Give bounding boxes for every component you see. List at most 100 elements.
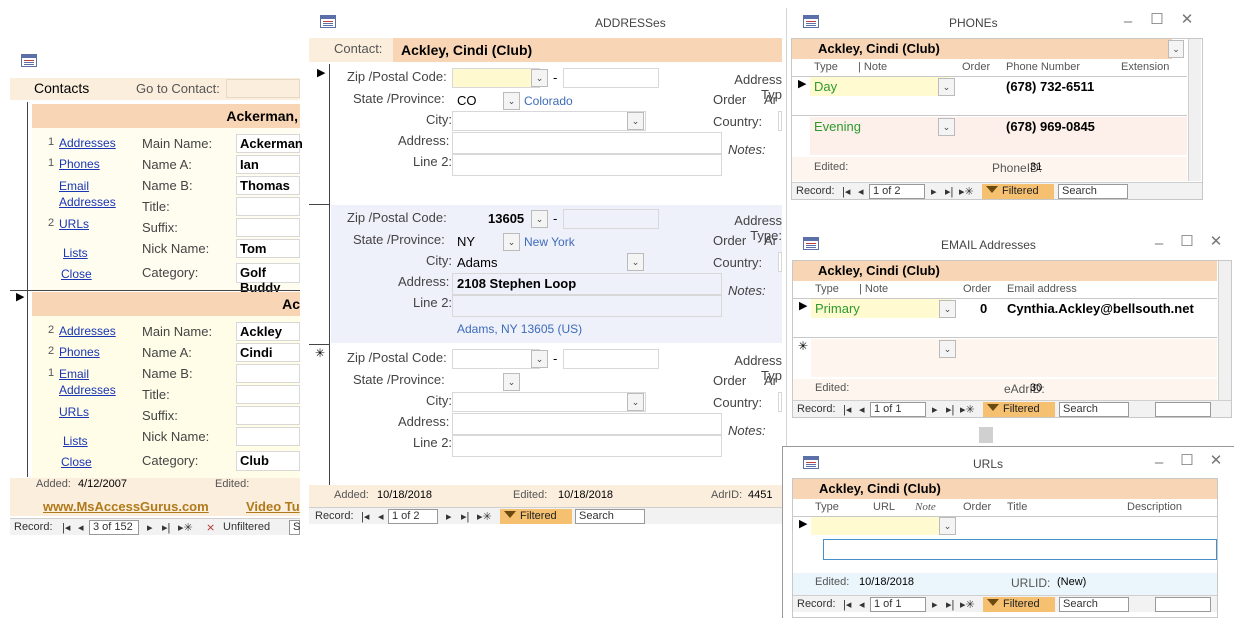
maximize-button[interactable]: ☐ bbox=[1177, 453, 1197, 469]
lists-link[interactable]: Lists bbox=[63, 434, 88, 448]
chevron-down-icon[interactable]: ⌄ bbox=[627, 112, 644, 130]
zip-ext-field[interactable] bbox=[563, 349, 659, 369]
record-position-box[interactable]: 3 of 152 bbox=[89, 520, 139, 535]
close-link[interactable]: Close bbox=[61, 455, 92, 469]
last-record-button[interactable]: ▸| bbox=[162, 521, 170, 534]
chevron-down-icon[interactable]: ⌄ bbox=[627, 253, 644, 271]
urls-link[interactable]: URLs bbox=[59, 217, 89, 231]
chevron-down-icon[interactable]: ⌄ bbox=[503, 373, 520, 391]
last-record-button[interactable]: ▸| bbox=[946, 403, 954, 416]
first-record-button[interactable]: |◂ bbox=[842, 185, 850, 198]
first-record-button[interactable]: |◂ bbox=[361, 510, 369, 523]
email-order[interactable]: 0 bbox=[980, 301, 987, 316]
website-link[interactable]: www.MsAccessGurus.com bbox=[43, 499, 209, 514]
phones-link[interactable]: Phones bbox=[59, 157, 100, 171]
prev-record-button[interactable]: ◂ bbox=[859, 403, 865, 416]
new-record-button[interactable]: ▸✳ bbox=[477, 510, 492, 523]
filtered-toggle[interactable]: Filtered bbox=[983, 597, 1055, 612]
email-type[interactable]: Primary bbox=[811, 299, 951, 318]
new-record-button[interactable]: ▸✳ bbox=[960, 598, 975, 611]
chevron-down-icon[interactable]: ⌄ bbox=[939, 340, 956, 358]
triangle-right-icon[interactable]: ▶ bbox=[317, 66, 325, 79]
close-button[interactable]: ✕ bbox=[1177, 12, 1197, 28]
country-field[interactable] bbox=[778, 111, 782, 131]
line2-field[interactable] bbox=[452, 295, 722, 317]
record-position-box[interactable]: 1 of 1 bbox=[870, 597, 926, 612]
url-input[interactable] bbox=[823, 539, 1217, 560]
nick-name-field[interactable]: Tom bbox=[236, 239, 300, 258]
next-record-button[interactable]: ▸ bbox=[932, 598, 938, 611]
asterisk-icon[interactable]: ✳ bbox=[798, 339, 808, 353]
suffix-field[interactable] bbox=[236, 218, 300, 237]
main-name-field[interactable]: Ackley bbox=[236, 322, 300, 341]
addresses-link[interactable]: Addresses bbox=[59, 136, 116, 150]
url-type[interactable] bbox=[811, 517, 951, 535]
search-box[interactable]: S bbox=[289, 520, 300, 535]
chevron-down-icon[interactable]: ⌄ bbox=[627, 393, 644, 411]
record-selector-icon[interactable]: ▶ bbox=[16, 290, 24, 303]
name-a-field[interactable]: Ian bbox=[236, 155, 300, 174]
zip-ext-field[interactable] bbox=[563, 68, 659, 88]
phone-number[interactable]: (678) 732-6511 bbox=[1006, 79, 1094, 94]
phone-type[interactable]: Day bbox=[810, 77, 950, 96]
horizontal-scrollbar[interactable] bbox=[1155, 402, 1211, 417]
phones-link[interactable]: Phones bbox=[59, 345, 100, 359]
address-field[interactable] bbox=[452, 132, 722, 154]
name-b-field[interactable] bbox=[236, 364, 300, 383]
email-addresses-link-line2[interactable]: Addresses bbox=[59, 195, 116, 209]
country-field[interactable] bbox=[778, 392, 782, 412]
chevron-down-icon[interactable]: ⌄ bbox=[938, 78, 955, 96]
search-box[interactable]: Search bbox=[575, 509, 645, 524]
chevron-down-icon[interactable]: ⌄ bbox=[503, 92, 520, 110]
filtered-toggle[interactable]: Filtered bbox=[982, 184, 1054, 199]
triangle-right-icon[interactable]: ▶ bbox=[799, 517, 807, 530]
zip-ext-field[interactable] bbox=[563, 209, 659, 229]
title-field[interactable] bbox=[236, 197, 300, 216]
filtered-toggle[interactable]: Filtered bbox=[983, 402, 1055, 417]
zip-value[interactable]: 13605 bbox=[488, 211, 524, 226]
vertical-scrollbar[interactable] bbox=[1218, 261, 1231, 401]
name-a-field[interactable]: Cindi bbox=[236, 343, 300, 362]
close-link[interactable]: Close bbox=[61, 267, 92, 281]
last-record-button[interactable]: ▸| bbox=[945, 185, 953, 198]
suffix-field[interactable] bbox=[236, 406, 300, 425]
search-box[interactable]: Search bbox=[1058, 184, 1128, 199]
asterisk-icon[interactable]: ✳ bbox=[315, 346, 325, 360]
lists-link[interactable]: Lists bbox=[63, 246, 88, 260]
prev-record-button[interactable]: ◂ bbox=[78, 521, 84, 534]
record-position-box[interactable]: 1 of 1 bbox=[870, 402, 926, 417]
triangle-right-icon[interactable]: ▶ bbox=[799, 299, 807, 312]
record-position-box[interactable]: 1 of 2 bbox=[388, 509, 438, 524]
address-field[interactable]: 2108 Stephen Loop bbox=[452, 273, 722, 295]
next-record-button[interactable]: ▸ bbox=[147, 521, 153, 534]
next-record-button[interactable]: ▸ bbox=[932, 403, 938, 416]
triangle-right-icon[interactable]: ▶ bbox=[798, 77, 806, 90]
email-addresses-link[interactable]: Email bbox=[59, 367, 89, 381]
close-button[interactable]: ✕ bbox=[1206, 453, 1226, 469]
new-record-button[interactable]: ▸✳ bbox=[959, 185, 974, 198]
maximize-button[interactable]: ☐ bbox=[1147, 12, 1167, 28]
email-addresses-link[interactable]: Email bbox=[59, 179, 89, 193]
video-tutorials-link[interactable]: Video Tu bbox=[246, 499, 300, 514]
chevron-down-icon[interactable]: ⌄ bbox=[531, 350, 548, 368]
next-record-button[interactable]: ▸ bbox=[446, 510, 452, 523]
chevron-down-icon[interactable]: ⌄ bbox=[531, 210, 548, 228]
address-field[interactable] bbox=[452, 413, 722, 435]
addresses-link[interactable]: Addresses bbox=[59, 324, 116, 338]
first-record-button[interactable]: |◂ bbox=[843, 598, 851, 611]
minimize-button[interactable]: – bbox=[1149, 455, 1169, 471]
nick-name-field[interactable] bbox=[236, 427, 300, 446]
search-box[interactable]: Search bbox=[1059, 597, 1129, 612]
phone-number[interactable]: (678) 969-0845 bbox=[1006, 119, 1095, 134]
state-code[interactable]: CO bbox=[457, 93, 477, 108]
first-record-button[interactable]: |◂ bbox=[62, 521, 70, 534]
phone-type[interactable]: Evening bbox=[810, 117, 950, 136]
prev-record-button[interactable]: ◂ bbox=[378, 510, 384, 523]
last-record-button[interactable]: ▸| bbox=[946, 598, 954, 611]
minimize-button[interactable]: – bbox=[1149, 236, 1169, 252]
new-record-button[interactable]: ▸✳ bbox=[960, 403, 975, 416]
unfiltered-toggle[interactable]: Unfiltered bbox=[223, 521, 270, 533]
email-addresses-link-line2[interactable]: Addresses bbox=[59, 383, 116, 397]
vertical-scrollbar[interactable] bbox=[1188, 39, 1201, 181]
last-record-button[interactable]: ▸| bbox=[461, 510, 469, 523]
